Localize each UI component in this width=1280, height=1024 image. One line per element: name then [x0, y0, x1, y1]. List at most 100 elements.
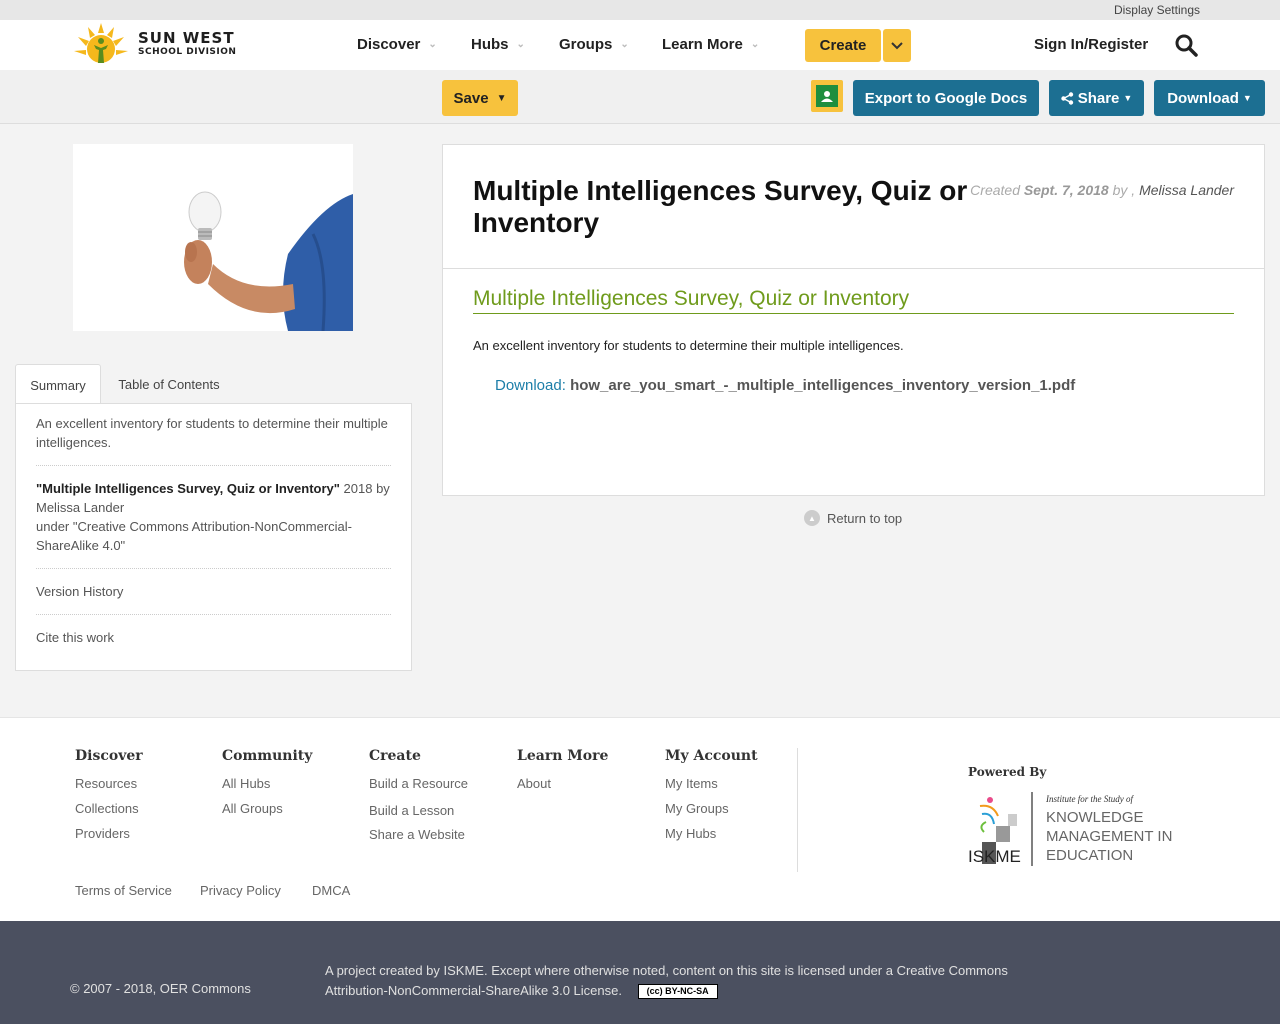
footer-heading: My Account: [665, 748, 758, 764]
citation-title: "Multiple Intelligences Survey, Quiz or …: [36, 481, 340, 496]
cc-license-badge[interactable]: (cc) BY-NC-SA: [637, 984, 718, 1000]
download-label[interactable]: Download:: [495, 377, 566, 394]
chevron-down-icon: ⌄: [428, 39, 437, 50]
footer-link-all-groups[interactable]: All Groups: [222, 801, 312, 816]
resource-created-meta: Created Sept. 7, 2018 by , Melissa Lande…: [970, 182, 1234, 198]
share-icon: [1060, 91, 1073, 105]
resource-tabs: Summary Table of Contents: [15, 364, 412, 405]
download-filename[interactable]: how_are_you_smart_-_multiple_intelligenc…: [570, 377, 1075, 394]
footer-link-about[interactable]: About: [517, 776, 608, 791]
save-button[interactable]: Save ▼: [442, 80, 518, 116]
footer-heading: Create: [369, 748, 421, 764]
resource-header: Multiple Intelligences Survey, Quiz or I…: [443, 145, 1264, 269]
iskme-line3: MANAGEMENT IN: [1046, 828, 1172, 845]
citation-license: under "Creative Commons Attribution-NonC…: [36, 519, 353, 553]
resource-card: Multiple Intelligences Survey, Quiz or I…: [442, 144, 1265, 496]
lightbulb-hand-image: [73, 144, 353, 331]
download-file-line: Download: how_are_you_smart_-_multiple_i…: [495, 377, 1075, 394]
footer-link-build-lesson[interactable]: Build a Lesson: [369, 803, 468, 818]
footer-bottom-bar: © 2007 - 2018, OER Commons A project cre…: [0, 921, 1280, 1024]
footer-link-resources[interactable]: Resources: [75, 776, 143, 791]
created-date: Sept. 7, 2018: [1023, 182, 1109, 198]
create-button[interactable]: Create: [805, 29, 881, 62]
caret-down-icon: ▼: [496, 92, 507, 104]
footer-heading: Learn More: [517, 748, 609, 764]
license-text: A project created by ISKME. Except where…: [325, 961, 1065, 1001]
summary-citation: "Multiple Intelligences Survey, Quiz or …: [36, 479, 391, 569]
utility-bar: Display Settings: [0, 0, 1280, 20]
tab-summary[interactable]: Summary: [15, 364, 101, 405]
create-dropdown-button[interactable]: [883, 29, 911, 62]
footer-link-share-website[interactable]: Share a Website: [369, 827, 468, 842]
return-to-top-link[interactable]: ▲ Return to top: [804, 510, 902, 526]
nav-hubs-label: Hubs: [471, 36, 509, 53]
footer-privacy-link[interactable]: Privacy Policy: [200, 883, 281, 898]
site-footer: Discover Resources Collections Providers…: [0, 717, 1280, 921]
iskme-line2: KNOWLEDGE: [1046, 809, 1144, 826]
resource-link-title[interactable]: Multiple Intelligences Survey, Quiz or I…: [473, 287, 1234, 314]
return-to-top-label: Return to top: [827, 510, 903, 526]
caret-down-icon: ▼: [1242, 93, 1252, 103]
created-prefix: Created: [970, 182, 1024, 198]
logo-line1: SUN WEST: [138, 29, 235, 47]
site-logo[interactable]: SUN WEST SCHOOL DIVISION: [70, 20, 236, 68]
footer-col-learn-more: Learn More About: [517, 748, 608, 791]
resource-thumbnail: [73, 144, 353, 331]
nav-groups-label: Groups: [559, 36, 613, 53]
download-button-label: Download: [1167, 89, 1239, 107]
caret-down-icon: ▼: [1123, 93, 1133, 103]
save-button-label: Save: [453, 89, 489, 107]
nav-discover[interactable]: Discover ⌄: [357, 36, 437, 53]
footer-link-my-groups[interactable]: My Groups: [665, 801, 758, 816]
footer-link-my-items[interactable]: My Items: [665, 776, 758, 791]
footer-link-collections[interactable]: Collections: [75, 801, 143, 816]
iskme-line1: Institute for the Study of: [1045, 794, 1134, 804]
resource-title: Multiple Intelligences Survey, Quiz or I…: [473, 175, 968, 238]
chevron-down-icon: ⌄: [620, 39, 629, 50]
nav-learn-more-label: Learn More: [662, 36, 743, 53]
footer-heading: Discover: [75, 748, 143, 764]
summary-description: An excellent inventory for students to d…: [36, 414, 391, 466]
share-button-label: Share: [1077, 89, 1120, 107]
site-header: SUN WEST SCHOOL DIVISION Discover ⌄ Hubs…: [0, 20, 1280, 70]
footer-col-my-account: My Account My Items My Groups My Hubs: [665, 748, 758, 841]
google-classroom-button[interactable]: [811, 80, 843, 112]
footer-link-providers[interactable]: Providers: [75, 826, 143, 841]
iskme-abbr: ISKME: [968, 847, 1021, 866]
chevron-up-icon: ▲: [804, 510, 820, 526]
author-link[interactable]: Melissa Lander: [1139, 182, 1234, 198]
cite-this-work-link[interactable]: Cite this work: [36, 628, 391, 660]
export-google-docs-button[interactable]: Export to Google Docs: [853, 80, 1039, 116]
footer-heading: Community: [222, 748, 313, 764]
nav-learn-more[interactable]: Learn More ⌄: [662, 36, 759, 53]
nav-hubs[interactable]: Hubs ⌄: [471, 36, 525, 53]
summary-panel: An excellent inventory for students to d…: [15, 403, 412, 671]
footer-dmca-link[interactable]: DMCA: [312, 883, 350, 898]
nav-groups[interactable]: Groups ⌄: [559, 36, 629, 53]
download-button[interactable]: Download ▼: [1154, 80, 1265, 116]
share-button[interactable]: Share ▼: [1049, 80, 1144, 116]
tab-table-of-contents[interactable]: Table of Contents: [109, 364, 229, 404]
nav-discover-label: Discover: [357, 36, 421, 53]
footer-link-all-hubs[interactable]: All Hubs: [222, 776, 312, 791]
footer-terms-link[interactable]: Terms of Service: [75, 883, 172, 898]
logo-line2: SCHOOL DIVISION: [138, 47, 237, 57]
iskme-logo[interactable]: ISKME Institute for the Study of KNOWLED…: [968, 792, 1173, 868]
footer-col-create: Create Build a Resource Build a Lesson S…: [369, 748, 468, 842]
signin-register-link[interactable]: Sign In/Register: [1034, 36, 1148, 53]
cc-icon: (cc): [646, 986, 666, 997]
footer-col-community: Community All Hubs All Groups: [222, 748, 312, 816]
footer-link-build-resource[interactable]: Build a Resource: [369, 776, 468, 791]
resource-action-bar: Save ▼ Export to Google Docs Share ▼ Dow…: [0, 70, 1280, 124]
footer-link-my-hubs[interactable]: My Hubs: [665, 826, 758, 841]
google-classroom-icon: [814, 83, 840, 109]
chevron-down-icon: ⌄: [750, 39, 760, 50]
footer-divider: [797, 748, 798, 872]
search-icon[interactable]: [1174, 33, 1198, 57]
version-history-link[interactable]: Version History: [36, 582, 391, 615]
cc-badge-label: BY-NC-SA: [665, 986, 709, 997]
copyright-text: © 2007 - 2018, OER Commons: [70, 981, 251, 996]
chevron-down-icon: [891, 41, 903, 49]
display-settings-link[interactable]: Display Settings: [1114, 3, 1200, 17]
footer-col-discover: Discover Resources Collections Providers: [75, 748, 143, 841]
